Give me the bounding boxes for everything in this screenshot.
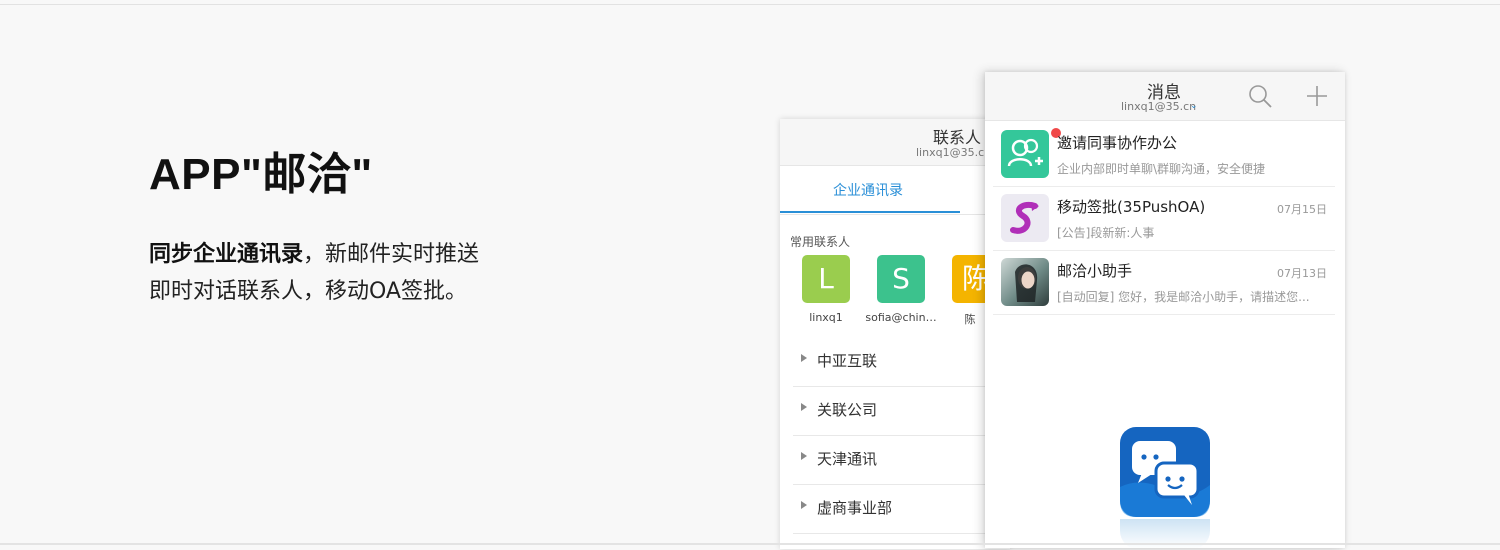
- add-icon[interactable]: [1305, 84, 1329, 108]
- assistant-avatar: [1001, 258, 1049, 306]
- group-item[interactable]: 虚商事业部: [793, 484, 1010, 534]
- triangle-right-icon: [801, 354, 807, 362]
- group-label: 中亚互联: [817, 352, 878, 370]
- contacts-header: 联系人 linxq1@35.cn: [780, 119, 1010, 166]
- chevron-down-icon[interactable]: ⌄: [1190, 101, 1198, 111]
- invite-colleagues-icon: [1001, 130, 1049, 178]
- avatar-name: linxq1: [809, 311, 843, 324]
- message-item[interactable]: 邮洽小助手 07月13日 [自动回复] 您好，我是邮洽小助手，请描述您...: [993, 250, 1335, 315]
- triangle-right-icon: [801, 501, 807, 509]
- promo-line-2: 即时对话联系人，移动OA签批。: [149, 279, 467, 304]
- promo-line-1-rest: ，新邮件实时推送: [303, 242, 480, 267]
- contacts-account: linxq1@35.cn: [916, 146, 992, 159]
- top-divider: [0, 4, 1500, 5]
- group-item[interactable]: 关联公司: [793, 386, 1010, 436]
- contacts-tabs: 企业通讯录: [780, 166, 1010, 215]
- message-name: 邀请同事协作办公: [1057, 134, 1178, 152]
- message-name: 邮洽小助手: [1057, 262, 1133, 280]
- search-icon[interactable]: [1248, 84, 1272, 108]
- tab-enterprise-directory[interactable]: 企业通讯录: [780, 166, 960, 213]
- avatar[interactable]: S: [877, 255, 925, 303]
- message-item[interactable]: 移动签批(35PushOA) 07月15日 [公告]段新新:人事: [993, 186, 1335, 251]
- group-label: 天津通讯: [817, 450, 878, 468]
- group-label: 关联公司: [817, 401, 878, 419]
- frequent-contacts-label: 常用联系人: [790, 235, 851, 249]
- message-date: 07月13日: [1277, 267, 1327, 280]
- bottom-divider: [0, 543, 1500, 545]
- message-name: 移动签批(35PushOA): [1057, 198, 1206, 216]
- messages-header: 消息 linxq1@35.cn ⌄: [985, 72, 1345, 121]
- message-preview: [公告]段新新:人事: [1057, 226, 1155, 240]
- tab-enterprise-directory-label: 企业通讯录: [833, 183, 903, 199]
- promo-title: APP"邮洽": [149, 150, 373, 199]
- group-item[interactable]: 天津通讯: [793, 435, 1010, 485]
- contacts-title: 联系人: [933, 128, 982, 147]
- group-label: 虚商事业部: [817, 499, 893, 517]
- avatar[interactable]: L: [802, 255, 850, 303]
- message-item[interactable]: 邀请同事协作办公 企业内部即时单聊\群聊沟通，安全便捷: [993, 122, 1335, 187]
- message-preview: [自动回复] 您好，我是邮洽小助手，请描述您...: [1057, 290, 1310, 304]
- message-date: 07月15日: [1277, 203, 1327, 216]
- promo-line-1: 同步企业通讯录，新邮件实时推送: [149, 236, 479, 268]
- app-logo-icon: [1120, 427, 1210, 517]
- contacts-phone-screen: 联系人 linxq1@35.cn 企业通讯录 常用联系人 L linxq1 S …: [780, 119, 1010, 549]
- messages-account[interactable]: linxq1@35.cn: [1121, 100, 1196, 113]
- group-item[interactable]: 中亚互联: [793, 337, 1010, 387]
- triangle-right-icon: [801, 403, 807, 411]
- message-preview: 企业内部即时单聊\群聊沟通，安全便捷: [1057, 162, 1266, 176]
- avatar-name: sofia@chin…: [865, 311, 937, 324]
- approval-app-icon: [1001, 194, 1049, 242]
- triangle-right-icon: [801, 452, 807, 460]
- messages-phone-screen: 消息 linxq1@35.cn ⌄ 邀请同事协作办公 企业内部即时单聊\群聊沟通…: [985, 72, 1345, 548]
- promo-line-1-bold: 同步企业通讯录: [149, 242, 304, 267]
